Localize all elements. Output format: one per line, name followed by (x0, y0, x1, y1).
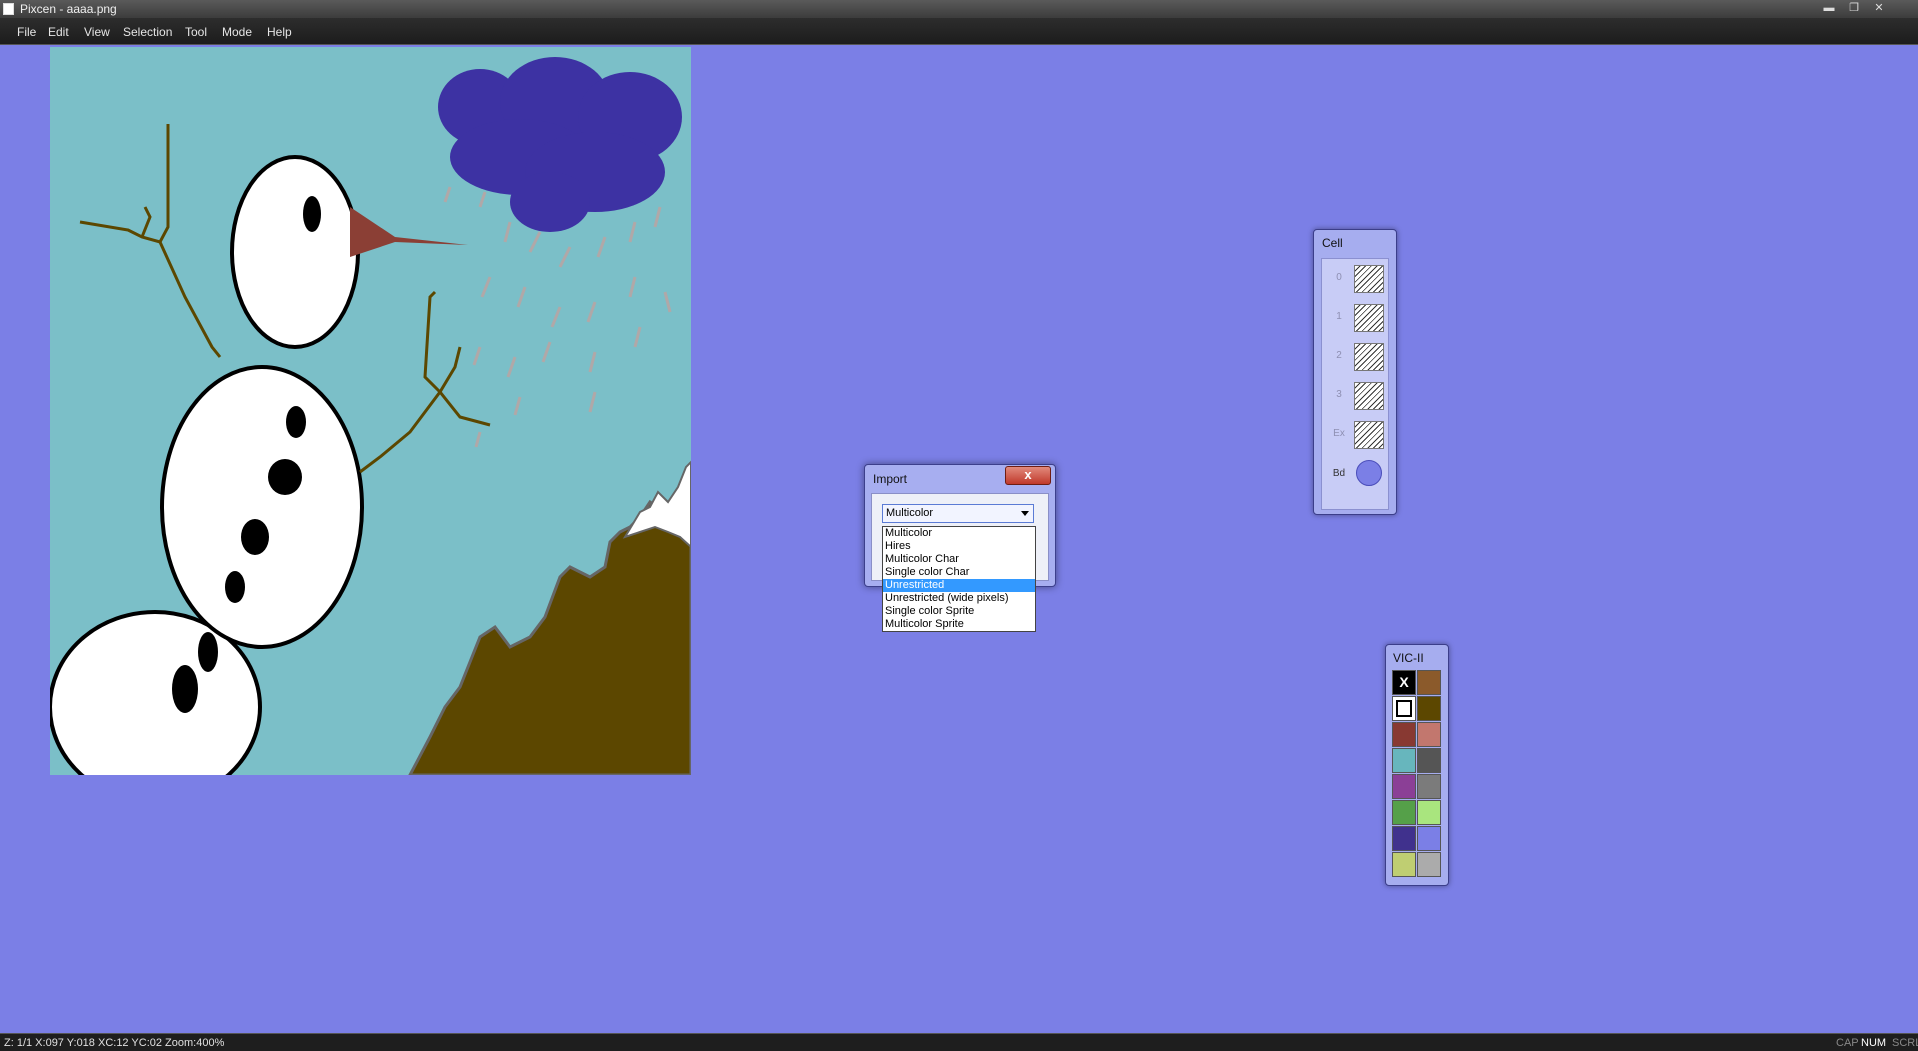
scroll-lock-indicator: SCRL (1892, 1037, 1918, 1049)
option-unrestricted[interactable]: Unrestricted (883, 579, 1035, 592)
palette-swatch[interactable] (1392, 696, 1416, 721)
chevron-down-icon[interactable] (1021, 511, 1029, 516)
option-multicolor-char[interactable]: Multicolor Char (883, 553, 1035, 566)
option-single-color-sprite[interactable]: Single color Sprite (883, 605, 1035, 618)
menu-bar: File Edit View Selection Tool Mode Help (0, 18, 1918, 45)
window-title: Pixcen - aaaa.png (20, 2, 117, 16)
maximize-button[interactable]: ❐ (1843, 1, 1865, 16)
selected-background-marker (1396, 700, 1412, 717)
cell-row-3[interactable]: 3 (1322, 376, 1390, 412)
cell-color-swatch[interactable] (1354, 421, 1384, 449)
palette-swatch[interactable] (1417, 670, 1441, 695)
option-single-color-char[interactable]: Single color Char (883, 566, 1035, 579)
title-bar: Pixcen - aaaa.png ▬ ❐ ✕ (0, 0, 1918, 18)
cell-label: 2 (1336, 350, 1342, 361)
cell-color-swatch[interactable] (1354, 304, 1384, 332)
palette-swatch[interactable] (1417, 696, 1441, 721)
selected-foreground-marker: X (1399, 674, 1409, 690)
status-bar: Z: 1/1 X:097 Y:018 XC:12 YC:02 Zoom:400%… (0, 1033, 1918, 1051)
num-lock-indicator: NUM (1861, 1037, 1887, 1049)
palette-swatch[interactable] (1392, 774, 1416, 799)
palette-swatch[interactable] (1392, 852, 1416, 877)
cell-panel-body: 0 1 2 3 Ex Bd (1321, 258, 1389, 510)
palette-swatch[interactable] (1417, 800, 1441, 825)
pixel-art-image (50, 47, 691, 775)
import-close-button[interactable]: x (1005, 466, 1051, 485)
palette-swatch[interactable] (1392, 722, 1416, 747)
palette-swatch[interactable] (1392, 800, 1416, 825)
menu-help[interactable]: Help (267, 25, 292, 39)
minimize-button[interactable]: ▬ (1818, 1, 1840, 16)
snowman-middle (160, 365, 364, 649)
border-color-swatch[interactable] (1356, 460, 1382, 486)
menu-mode[interactable]: Mode (222, 25, 252, 39)
palette-swatch[interactable] (1417, 826, 1441, 851)
menu-selection[interactable]: Selection (123, 25, 172, 39)
cell-row-1[interactable]: 1 (1322, 298, 1390, 334)
menu-view[interactable]: View (84, 25, 110, 39)
cell-panel-title: Cell (1322, 236, 1343, 250)
menu-edit[interactable]: Edit (48, 25, 69, 39)
cell-label: Ex (1333, 428, 1345, 439)
cell-color-swatch[interactable] (1354, 343, 1384, 371)
cell-color-swatch[interactable] (1354, 382, 1384, 410)
option-unrestricted-wide[interactable]: Unrestricted (wide pixels) (883, 592, 1035, 605)
vic-ii-palette-panel: VIC-II X (1385, 644, 1449, 886)
drawing-canvas[interactable] (50, 47, 691, 775)
palette-swatch[interactable] (1417, 852, 1441, 877)
menu-tool[interactable]: Tool (185, 25, 207, 39)
close-window-button[interactable]: ✕ (1868, 1, 1890, 16)
palette-swatch[interactable] (1392, 826, 1416, 851)
option-multicolor[interactable]: Multicolor (883, 527, 1035, 540)
import-mode-selected: Multicolor (886, 507, 934, 519)
option-multicolor-sprite[interactable]: Multicolor Sprite (883, 618, 1035, 631)
option-hires[interactable]: Hires (883, 540, 1035, 553)
cell-label: 1 (1336, 311, 1342, 322)
vic-panel-title: VIC-II (1393, 651, 1424, 665)
cell-color-swatch[interactable] (1354, 265, 1384, 293)
palette-swatch[interactable] (1417, 774, 1441, 799)
import-dialog-title: Import (873, 472, 908, 486)
border-label: Bd (1332, 468, 1346, 479)
cell-row-ex[interactable]: Ex (1322, 415, 1390, 451)
cell-label: 3 (1336, 389, 1342, 400)
palette-swatch[interactable] (1392, 748, 1416, 773)
status-coordinates: Z: 1/1 X:097 Y:018 XC:12 YC:02 Zoom:400% (4, 1037, 225, 1049)
import-mode-dropdown-list: Multicolor Hires Multicolor Char Single … (882, 526, 1036, 632)
cell-panel: Cell 0 1 2 3 Ex Bd (1313, 229, 1397, 515)
snowman-head (230, 155, 360, 349)
app-icon (3, 3, 14, 15)
cell-row-0[interactable]: 0 (1322, 259, 1390, 295)
cell-row-border[interactable]: Bd (1322, 455, 1390, 491)
palette-swatch[interactable]: X (1392, 670, 1416, 695)
menu-file[interactable]: File (17, 25, 36, 39)
cell-row-2[interactable]: 2 (1322, 337, 1390, 373)
palette-swatch[interactable] (1417, 748, 1441, 773)
cell-label: 0 (1336, 272, 1342, 283)
import-mode-select[interactable]: Multicolor (882, 504, 1034, 523)
palette-swatch[interactable] (1417, 722, 1441, 747)
caps-lock-indicator: CAP (1836, 1037, 1859, 1049)
